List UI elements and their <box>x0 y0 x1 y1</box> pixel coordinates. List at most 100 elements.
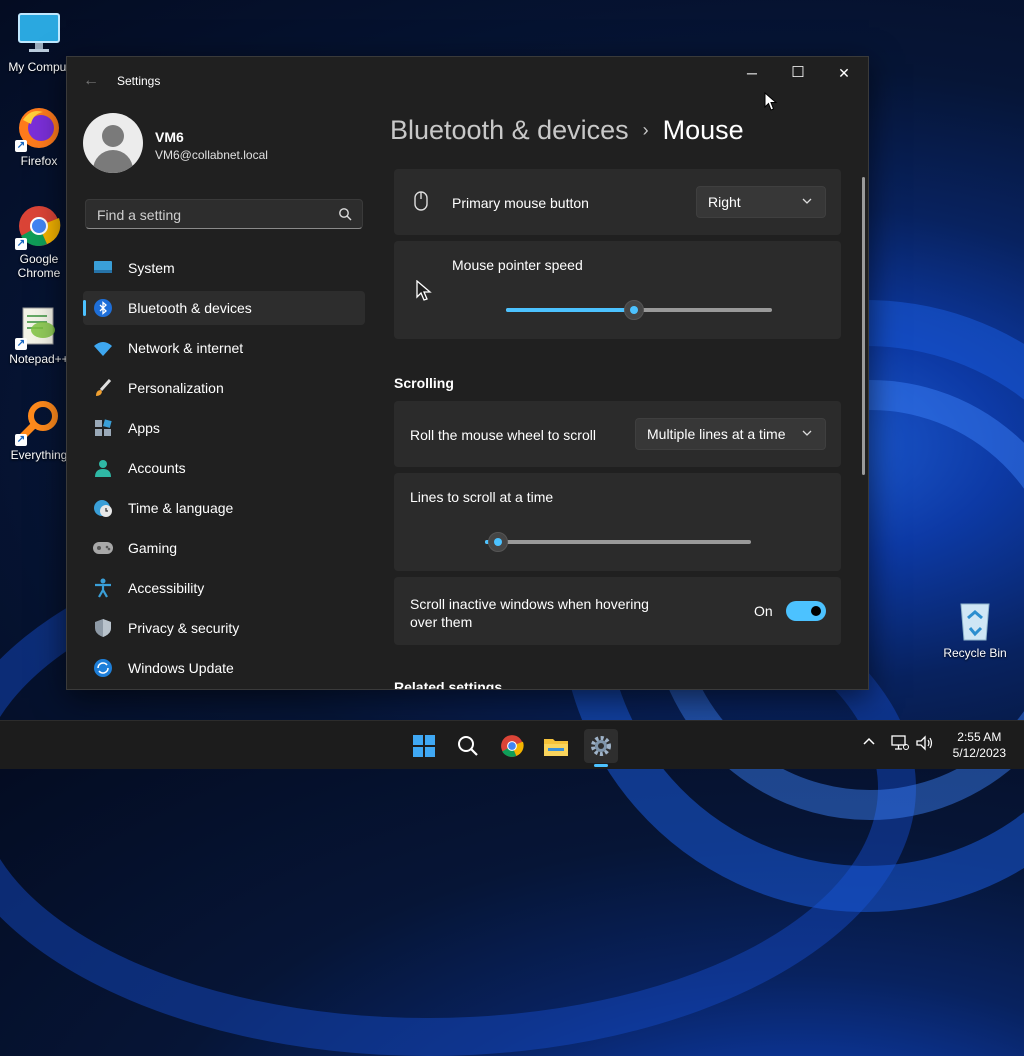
taskbar: 2:55 AM 5/12/2023 <box>0 720 1024 769</box>
chrome-icon: ↗ <box>15 204 61 250</box>
maximize-button[interactable]: ☐ <box>775 57 821 89</box>
accessibility-icon <box>92 577 114 599</box>
sidebar-item-personalization[interactable]: Personalization <box>83 371 365 405</box>
taskbar-search-button[interactable] <box>451 729 485 763</box>
desktop-icon-label: Recycle Bin <box>943 646 1007 660</box>
network-icon <box>891 735 909 750</box>
volume-button[interactable] <box>916 735 934 754</box>
search-icon <box>339 208 352 221</box>
gamepad-icon <box>92 537 114 559</box>
accounts-icon <box>92 457 114 479</box>
desktop-icon-label: Google Chrome <box>17 252 61 280</box>
desktop-icon-recycle-bin[interactable]: Recycle Bin <box>935 598 1015 660</box>
lines-to-scroll-slider[interactable] <box>485 532 751 552</box>
slider-fill <box>506 308 634 312</box>
recycle-bin-icon <box>953 598 997 642</box>
primary-mouse-button-dropdown[interactable]: Right <box>696 186 826 218</box>
slider-thumb[interactable] <box>623 300 644 320</box>
close-button[interactable]: ✕ <box>821 57 867 89</box>
volume-icon <box>916 735 933 751</box>
sidebar-item-privacy-security[interactable]: Privacy & security <box>83 611 365 645</box>
chevron-up-icon <box>863 737 875 745</box>
chrome-icon <box>501 735 524 757</box>
dropdown-value: Multiple lines at a time <box>647 426 786 442</box>
brush-icon <box>92 377 114 399</box>
pointer-speed-label: Mouse pointer speed <box>452 257 583 273</box>
toggle-state-label: On <box>754 603 773 619</box>
pointer-speed-slider[interactable] <box>506 300 772 320</box>
search-box[interactable] <box>85 199 363 229</box>
sidebar-item-apps[interactable]: Apps <box>83 411 365 445</box>
show-hidden-icons-button[interactable] <box>862 735 876 752</box>
roll-wheel-card: Roll the mouse wheel to scroll Multiple … <box>394 401 841 467</box>
computer-icon <box>17 12 61 56</box>
scroll-inactive-label-line1: Scroll inactive windows when hovering <box>410 596 649 612</box>
sidebar-item-windows-update[interactable]: Windows Update <box>83 651 365 685</box>
scroll-inactive-label: Scroll inactive windows when hovering ov… <box>410 595 649 631</box>
sidebar-item-accessibility[interactable]: Accessibility <box>83 571 365 605</box>
clock-date: 5/12/2023 <box>952 746 1006 760</box>
primary-mouse-button-label: Primary mouse button <box>452 195 589 211</box>
scroll-inactive-toggle[interactable] <box>786 601 826 621</box>
title-bar: ← Settings ─ ☐ ✕ <box>67 57 868 105</box>
sidebar-item-accounts[interactable]: Accounts <box>83 451 365 485</box>
mouse-icon <box>414 191 428 211</box>
sidebar-item-label: Time & language <box>128 500 234 516</box>
start-button[interactable] <box>407 729 441 763</box>
firefox-icon: ↗ <box>15 106 61 152</box>
sidebar-item-label: Network & internet <box>128 340 244 356</box>
apps-icon <box>92 417 114 439</box>
sidebar-item-system[interactable]: System <box>83 251 365 285</box>
content-scrollbar[interactable] <box>862 177 865 475</box>
profile-name: VM6 <box>155 129 184 145</box>
sidebar-item-network[interactable]: Network & internet <box>83 331 365 365</box>
back-arrow-icon[interactable]: ← <box>81 71 101 91</box>
breadcrumb: Bluetooth & devices › Mouse <box>390 115 744 146</box>
shield-icon <box>92 617 114 639</box>
sidebar-item-label: Bluetooth & devices <box>128 300 252 316</box>
network-status-button[interactable] <box>891 735 909 754</box>
chevron-down-icon <box>802 198 812 204</box>
taskbar-file-explorer-button[interactable] <box>539 729 573 763</box>
notepadpp-icon: ↗ <box>15 304 61 350</box>
file-explorer-icon <box>544 739 568 756</box>
chevron-down-icon <box>802 430 812 436</box>
sidebar-item-time-language[interactable]: Time & language <box>83 491 365 525</box>
avatar[interactable] <box>83 113 143 173</box>
sidebar-item-label: Privacy & security <box>128 620 240 636</box>
system-icon <box>92 257 114 279</box>
breadcrumb-separator: › <box>642 120 649 140</box>
clock[interactable]: 2:55 AM 5/12/2023 <box>953 729 1006 761</box>
breadcrumb-parent[interactable]: Bluetooth & devices <box>390 115 629 146</box>
sidebar-item-label: Accessibility <box>128 580 205 596</box>
sidebar-item-label: Apps <box>128 420 160 436</box>
minimize-button[interactable]: ─ <box>729 57 775 89</box>
lines-to-scroll-label: Lines to scroll at a time <box>410 489 554 505</box>
profile-email: VM6@collabnet.local <box>155 148 268 162</box>
settings-icon <box>591 736 611 756</box>
bluetooth-icon <box>92 297 114 319</box>
search-icon <box>458 736 478 756</box>
scroll-inactive-card: Scroll inactive windows when hovering ov… <box>394 577 841 645</box>
roll-wheel-label: Roll the mouse wheel to scroll <box>410 427 596 443</box>
active-app-indicator <box>594 764 608 767</box>
sidebar-nav: System Bluetooth & devices Network & int… <box>83 251 365 689</box>
sidebar-item-label: Gaming <box>128 540 178 556</box>
dropdown-value: Right <box>708 194 741 210</box>
sidebar-item-bluetooth[interactable]: Bluetooth & devices <box>83 291 365 325</box>
clock-globe-icon <box>92 497 114 519</box>
roll-wheel-dropdown[interactable]: Multiple lines at a time <box>635 418 826 450</box>
sidebar-item-gaming[interactable]: Gaming <box>83 531 365 565</box>
taskbar-settings-button[interactable] <box>584 729 618 763</box>
scrolling-section-title: Scrolling <box>394 375 454 391</box>
primary-mouse-button-card: Primary mouse button Right <box>394 169 841 235</box>
page-title: Mouse <box>662 115 744 145</box>
sidebar-item-label: Windows Update <box>128 660 234 676</box>
slider-thumb[interactable] <box>488 532 509 552</box>
taskbar-chrome-button[interactable] <box>495 729 529 763</box>
pointer-speed-card: Mouse pointer speed <box>394 241 841 339</box>
search-input[interactable] <box>95 205 329 225</box>
sidebar-item-label: Accounts <box>128 460 186 476</box>
scroll-inactive-label-line2: over them <box>410 614 473 630</box>
everything-icon: ↗ <box>15 400 61 446</box>
